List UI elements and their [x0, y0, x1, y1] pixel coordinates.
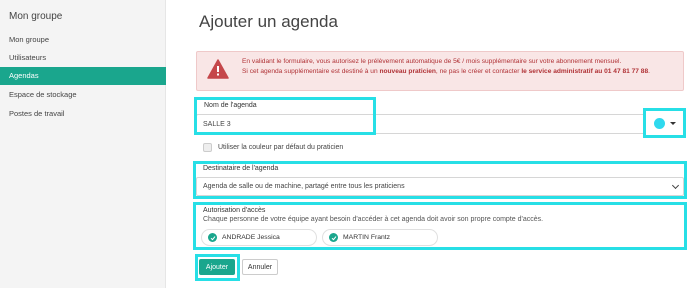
warning-icon — [207, 59, 229, 79]
sidebar-item-utilisateurs[interactable]: Utilisateurs — [0, 49, 166, 67]
sidebar-item-postes-de-travail[interactable]: Postes de travail — [0, 105, 166, 123]
default-color-label: Utiliser la couleur par défaut du pratic… — [218, 144, 344, 151]
sidebar-item-agendas[interactable]: Agendas — [0, 67, 166, 85]
alert-line-1: En validant le formulaire, vous autorise… — [242, 58, 622, 65]
highlight-name — [194, 97, 376, 135]
alert-line-2-suffix: . — [648, 68, 650, 75]
cancel-button[interactable]: Annuler — [242, 259, 278, 275]
highlight-color — [643, 108, 686, 138]
warning-alert: En validant le formulaire, vous autorise… — [196, 51, 684, 91]
sidebar: Mon groupe Mon groupe Utilisateurs Agend… — [0, 0, 166, 288]
highlight-submit — [195, 254, 240, 281]
default-color-checkbox[interactable] — [203, 143, 212, 152]
main-content: Ajouter un agenda En validant le formula… — [166, 0, 688, 288]
highlight-recipient — [193, 161, 687, 199]
sidebar-item-espace-de-stockage[interactable]: Espace de stockage — [0, 86, 166, 104]
page-title: Ajouter un agenda — [199, 12, 338, 31]
alert-line-2-prefix: Si cet agenda supplémentaire est destiné… — [242, 68, 380, 75]
alert-line-2-middle: , ne pas le créer et contacter — [435, 68, 522, 75]
sidebar-title: Mon groupe — [9, 11, 63, 22]
sidebar-item-mon-groupe[interactable]: Mon groupe — [0, 31, 166, 49]
highlight-access — [193, 202, 687, 250]
alert-line-2: Si cet agenda supplémentaire est destiné… — [242, 67, 672, 77]
alert-text: En validant le formulaire, vous autorise… — [242, 57, 672, 77]
alert-bold-admin-contact: le service administratif au 01 47 81 77 … — [521, 68, 649, 75]
alert-bold-new-practitioner: nouveau praticien — [379, 68, 436, 75]
